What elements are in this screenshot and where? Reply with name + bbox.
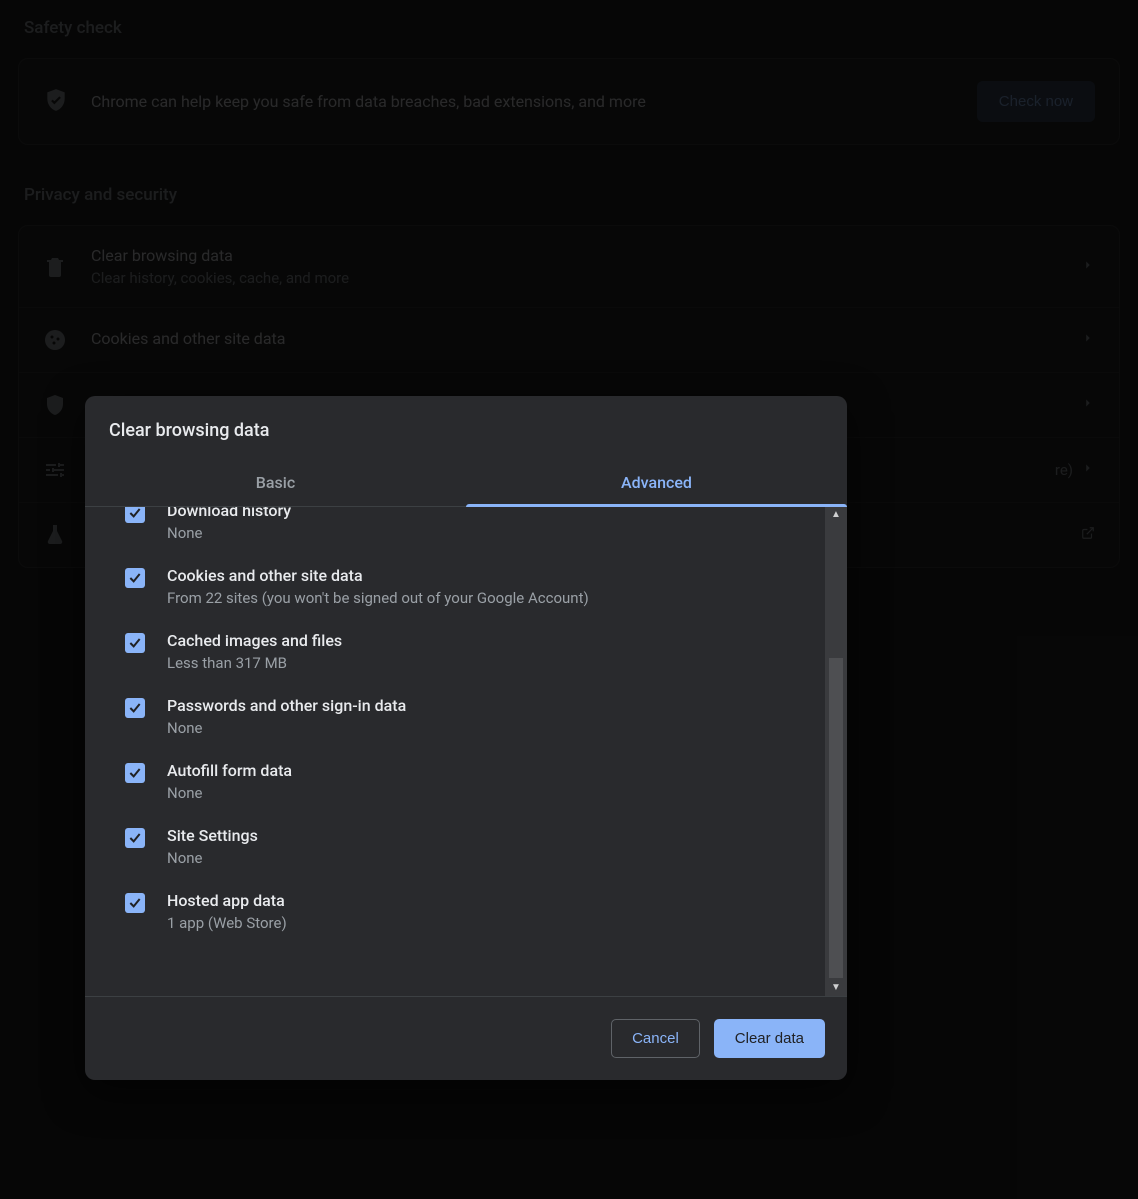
clear-browsing-data-dialog: Clear browsing data Basic Advanced Downl… [85,396,847,1080]
clear-data-button[interactable]: Clear data [714,1019,825,1058]
scroll-up-arrow[interactable]: ▲ [825,507,847,523]
checkbox[interactable] [125,633,145,653]
option-title: Download history [167,507,291,520]
option-title: Cookies and other site data [167,566,589,585]
dialog-title: Clear browsing data [85,396,847,461]
checkbox[interactable] [125,698,145,718]
option-title: Site Settings [167,826,258,845]
checkbox[interactable] [125,828,145,848]
option-subtitle: None [167,784,292,802]
option-subtitle: None [167,849,258,867]
option-subtitle: From 22 sites (you won't be signed out o… [167,589,589,607]
checkbox[interactable] [125,893,145,913]
option-subtitle: None [167,524,291,542]
tab-basic[interactable]: Basic [85,461,466,506]
option-row: Download history None [125,507,821,554]
checkbox[interactable] [125,763,145,783]
option-row: Passwords and other sign-in data None [125,684,821,749]
dialog-tabs: Basic Advanced [85,461,847,507]
option-subtitle: None [167,719,406,737]
option-row: Cached images and files Less than 317 MB [125,619,821,684]
option-title: Passwords and other sign-in data [167,696,406,715]
option-row: Site Settings None [125,814,821,879]
cancel-button[interactable]: Cancel [611,1019,700,1058]
scroll-down-arrow[interactable]: ▼ [825,980,847,996]
option-subtitle: 1 app (Web Store) [167,914,287,932]
scrollbar[interactable]: ▲ ▼ [825,507,847,996]
option-title: Hosted app data [167,891,287,910]
option-title: Autofill form data [167,761,292,780]
option-title: Cached images and files [167,631,342,650]
option-row: Hosted app data 1 app (Web Store) [125,879,821,944]
checkbox[interactable] [125,507,145,523]
option-row: Autofill form data None [125,749,821,814]
scrollbar-thumb[interactable] [829,658,843,978]
tab-advanced[interactable]: Advanced [466,461,847,506]
option-row: Cookies and other site data From 22 sites… [125,554,821,619]
option-subtitle: Less than 317 MB [167,654,342,672]
checkbox[interactable] [125,568,145,588]
